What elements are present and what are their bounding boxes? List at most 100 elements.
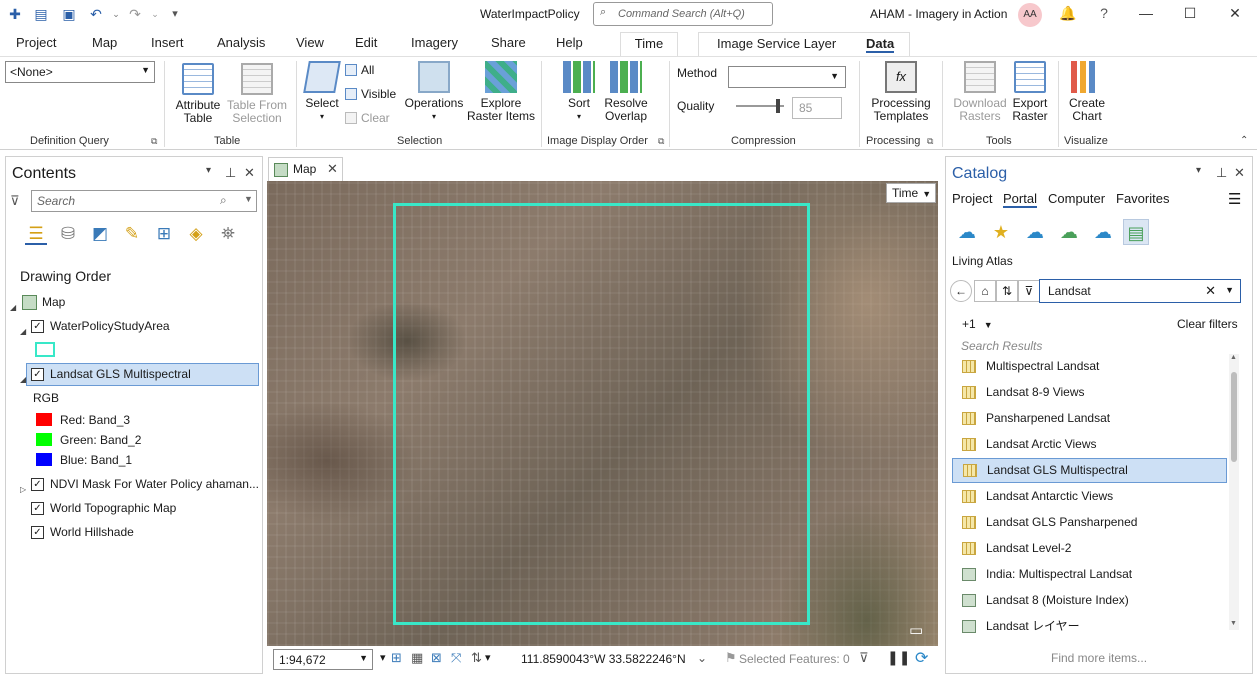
my-groups-icon[interactable]: ☁ (1022, 219, 1048, 245)
list-item[interactable]: Landsat Level-2 (952, 537, 1227, 562)
list-item[interactable]: India: Multispectral Landsat (952, 563, 1227, 588)
operations-button[interactable]: Operations ▾ (404, 61, 464, 123)
collapse-icon[interactable]: ◢ (20, 370, 26, 390)
time-slider-button[interactable]: Time ▼ (886, 183, 936, 203)
pin-icon[interactable]: ⊥ (225, 165, 236, 181)
list-by-data-source-icon[interactable]: ⛁ (57, 223, 79, 245)
list-by-editing-icon[interactable]: ✎ (121, 223, 143, 245)
catalog-search-input[interactable]: Landsat ✕ ▼ (1039, 279, 1241, 303)
quality-stepper[interactable]: 85 (792, 97, 842, 119)
basemap-gallery-icon[interactable]: ▭ (909, 621, 923, 639)
clear-filters-link[interactable]: Clear filters (1177, 317, 1238, 331)
find-more-items-link[interactable]: Find more items... (1051, 651, 1147, 665)
resolve-overlap-button[interactable]: Resolve Overlap (600, 61, 652, 123)
list-item[interactable]: Landsat レイヤー (952, 615, 1227, 640)
redo-icon[interactable]: ↷ (127, 6, 143, 22)
scrollbar-thumb[interactable] (1231, 372, 1237, 462)
list-item[interactable]: Landsat Antarctic Views (952, 485, 1227, 510)
command-search-input[interactable]: ⌕ Command Search (Alt+Q) (593, 2, 773, 26)
tab-favorites[interactable]: Favorites (1116, 191, 1169, 206)
customize-toolbar-icon[interactable]: ▾ (167, 6, 183, 22)
map-canvas[interactable]: ▭ (267, 181, 938, 646)
scroll-up-icon[interactable]: ▲ (1230, 354, 1237, 361)
tab-map[interactable]: Map (92, 35, 117, 50)
layer-visibility-checkbox[interactable]: ✓ (31, 478, 44, 491)
filter-count[interactable]: +1 ▼ (962, 317, 993, 331)
home-icon[interactable]: ⌂ (974, 280, 996, 302)
close-icon[interactable]: ✕ (1234, 165, 1245, 181)
list-item[interactable]: Landsat 8 (Moisture Index) (952, 589, 1227, 614)
close-icon[interactable]: ✕ (327, 161, 338, 177)
layer-visibility-checkbox[interactable]: ✓ (31, 502, 44, 515)
tree-item-water-policy-study-area[interactable]: ◢ ✓ WaterPolicyStudyArea (20, 316, 260, 338)
red-swatch[interactable] (36, 413, 52, 426)
quality-slider-thumb[interactable] (776, 99, 780, 113)
filter-icon[interactable]: ⊽ (859, 650, 869, 666)
explore-raster-items-button[interactable]: Explore Raster Items (466, 61, 536, 123)
my-favorites-icon[interactable]: ★ (988, 219, 1014, 245)
create-chart-button[interactable]: Create Chart (1064, 61, 1110, 123)
coordinate-format-icon[interactable]: ⌄ (697, 651, 707, 665)
tree-item-world-topographic-map[interactable]: ✓ World Topographic Map (20, 498, 260, 520)
list-by-drawing-order-icon[interactable]: ☰ (25, 223, 47, 245)
tree-item-map[interactable]: ◢ Map (10, 292, 250, 314)
select-all-button[interactable]: All (345, 63, 374, 77)
tab-edit[interactable]: Edit (355, 35, 377, 50)
attribute-table-button[interactable]: Attribute Table (170, 63, 226, 125)
list-item-selected[interactable]: Landsat GLS Multispectral (952, 458, 1227, 483)
compression-method-select[interactable]: ▼ (728, 66, 846, 88)
download-rasters-button[interactable]: Download Rasters (948, 61, 1012, 123)
blue-swatch[interactable] (36, 453, 52, 466)
sort-icon[interactable]: ⇅ (996, 280, 1018, 302)
back-icon[interactable]: ← (950, 280, 972, 302)
pane-menu-icon[interactable]: ▾ (206, 165, 211, 176)
pane-menu-icon[interactable]: ▾ (1196, 165, 1201, 176)
fixed-extent-icon[interactable]: ⊞ (391, 650, 402, 666)
tab-time[interactable]: Time (620, 32, 678, 56)
clear-search-icon[interactable]: ✕ (1205, 283, 1216, 299)
help-icon[interactable]: ? (1094, 5, 1114, 21)
tree-item-landsat-gls-multispectral[interactable]: ◢ ✓ Landsat GLS Multispectral (20, 364, 260, 386)
processing-templates-button[interactable]: fx Processing Templates (866, 61, 936, 123)
list-item[interactable]: Landsat 8-9 Views (952, 381, 1227, 406)
chevron-down-icon[interactable]: ▼ (1225, 285, 1234, 295)
tab-map-view[interactable]: Map ✕ (268, 157, 343, 181)
clear-selection-button[interactable]: Clear (345, 111, 390, 125)
user-portal-label[interactable]: AHAM - Imagery in Action (870, 7, 1007, 21)
scale-menu-icon[interactable]: ▾ (380, 651, 386, 664)
definition-query-select[interactable]: <None> ▼ (5, 61, 155, 83)
list-item[interactable]: Multispectral Landsat (952, 355, 1227, 380)
tab-project[interactable]: Project (952, 191, 992, 206)
refresh-icon[interactable]: ⟳ (915, 648, 928, 668)
notifications-icon[interactable]: 🔔 (1058, 5, 1078, 22)
undo-icon[interactable]: ↶ (88, 6, 104, 22)
export-raster-button[interactable]: Export Raster (1008, 61, 1052, 123)
tab-share[interactable]: Share (491, 35, 526, 50)
results-scrollbar[interactable]: ▲ ▼ (1229, 354, 1239, 630)
list-by-labeling-icon[interactable]: ◈ (185, 223, 207, 245)
my-organization-icon[interactable]: ☁ (1056, 219, 1082, 245)
open-folder-icon[interactable]: ▤ (33, 6, 49, 22)
collapse-icon[interactable]: ◢ (20, 322, 26, 342)
save-icon[interactable]: ▣ (61, 6, 77, 22)
filter-icon[interactable]: ⊽ (1018, 280, 1040, 302)
tree-item-ndvi-mask[interactable]: ▷ ✓ NDVI Mask For Water Policy ahaman... (20, 474, 260, 496)
tab-imagery[interactable]: Imagery (411, 35, 458, 50)
scale-select[interactable]: 1:94,672 ▼ (273, 649, 373, 670)
my-content-icon[interactable]: ☁ (954, 219, 980, 245)
minimize-button[interactable]: — (1136, 5, 1156, 21)
close-icon[interactable]: ✕ (244, 165, 255, 181)
tab-help[interactable]: Help (556, 35, 583, 50)
tab-analysis[interactable]: Analysis (217, 35, 265, 50)
pause-drawing-icon[interactable]: ❚❚ (887, 649, 910, 666)
living-atlas-icon[interactable]: ▤ (1123, 219, 1149, 245)
navigator-icon[interactable]: ⤧ (451, 650, 461, 666)
dialog-launcher-icon[interactable]: ⧉ (927, 136, 933, 147)
tree-item-world-hillshade[interactable]: ✓ World Hillshade (20, 522, 260, 544)
maximize-button[interactable]: ☐ (1180, 5, 1200, 22)
arcgis-online-icon[interactable]: ☁ (1090, 219, 1116, 245)
grid-icon[interactable]: ▦ (411, 650, 423, 666)
tab-data[interactable]: Data (866, 36, 895, 53)
study-area-symbol[interactable] (35, 342, 55, 357)
scroll-down-icon[interactable]: ▼ (1230, 620, 1237, 627)
